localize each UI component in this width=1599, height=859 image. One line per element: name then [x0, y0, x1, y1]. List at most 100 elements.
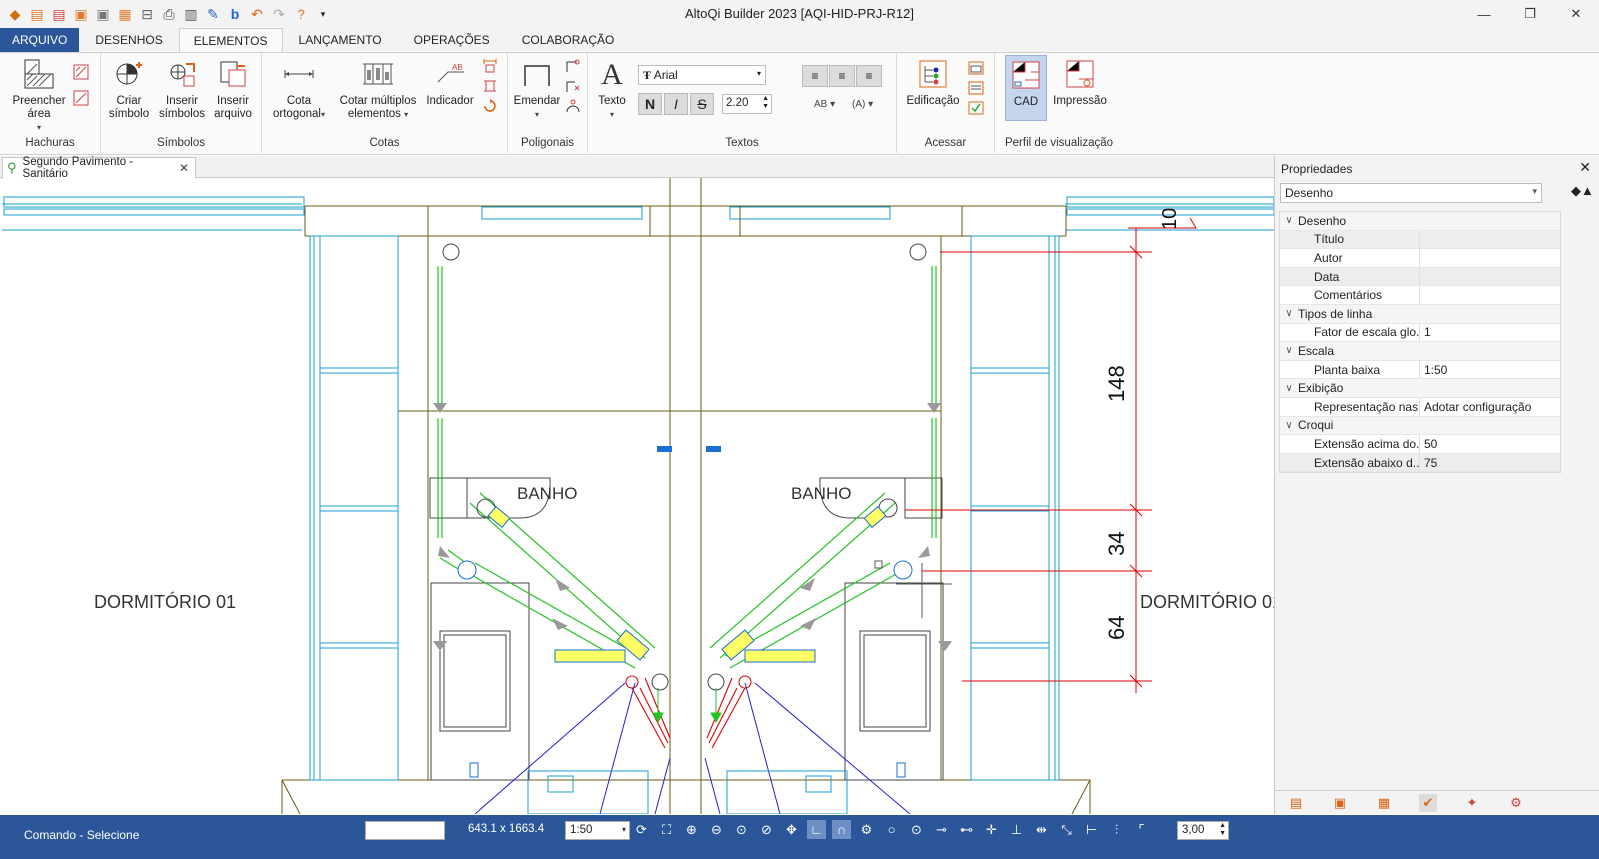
texto-button[interactable]: A Texto ▾ — [592, 57, 632, 121]
text-case-icon[interactable]: AB ▾ — [814, 99, 835, 110]
properties-tab-icon[interactable]: ✔ — [1419, 793, 1437, 812]
zoom-in-icon[interactable]: ⊕ — [682, 820, 701, 839]
app-logo-icon[interactable]: ◆ — [6, 5, 24, 23]
shapes-filter-icon[interactable]: ◆▲ — [1571, 183, 1594, 203]
zoom-window-icon[interactable]: ⊙ — [732, 820, 751, 839]
polyline-delete-icon[interactable] — [564, 77, 582, 95]
cad-button[interactable]: CAD — [1005, 55, 1047, 121]
category-escala[interactable]: ∨ Escala — [1280, 342, 1560, 361]
views-tab-icon[interactable]: ▣ — [1331, 794, 1349, 812]
property-row[interactable]: Planta baixa 1:50 — [1280, 360, 1560, 380]
snap-perpendicular-icon[interactable]: ⊥ — [1007, 820, 1026, 839]
close-panel-icon[interactable]: ✕ — [1579, 159, 1591, 176]
close-tab-icon[interactable]: ✕ — [179, 161, 189, 175]
scale-select[interactable]: 1:50 ▾ — [565, 821, 630, 840]
window-panel-icon[interactable] — [967, 59, 985, 77]
ortho-icon[interactable]: ∟ — [807, 820, 826, 839]
tab-arquivo[interactable]: ARQUIVO — [0, 28, 80, 52]
close-button[interactable]: ✕ — [1553, 0, 1599, 28]
settings-gear-icon[interactable]: ⚙ — [857, 820, 876, 839]
properties-icon[interactable]: ▦ — [116, 5, 134, 23]
undo-icon[interactable]: ↶ — [248, 5, 266, 23]
help-icon[interactable]: ? — [292, 5, 310, 23]
property-value[interactable]: 75 — [1420, 453, 1560, 472]
property-row[interactable]: Autor — [1280, 249, 1560, 268]
property-row[interactable]: Extensão acima do... 50 — [1280, 435, 1560, 454]
font-family-select[interactable]: Ŧ Arial ▾ — [638, 65, 766, 85]
emendar-button[interactable]: Emendar ▾ — [512, 57, 562, 121]
align-left-icon[interactable]: ≡ — [802, 65, 828, 87]
print-icon[interactable]: ⎙ — [160, 5, 178, 23]
restore-button[interactable]: ❐ — [1507, 0, 1553, 28]
property-value[interactable]: 1 — [1420, 324, 1560, 342]
save-all-icon[interactable]: ▣ — [94, 5, 112, 23]
layers-tab-icon[interactable]: ▤ — [1287, 794, 1305, 812]
snap-extension-icon[interactable]: ⤡ — [1057, 820, 1076, 839]
builder-b-icon[interactable]: b — [226, 5, 244, 23]
property-row[interactable]: Comentários — [1280, 286, 1560, 305]
zoom-out-icon[interactable]: ⊖ — [707, 820, 726, 839]
snap-magnet-icon[interactable]: ∩ — [832, 820, 851, 839]
property-value[interactable]: 1:50 — [1420, 361, 1560, 379]
tab-elementos[interactable]: ELEMENTOS — [178, 28, 283, 52]
property-row[interactable]: Representação nas... Adotar configuração — [1280, 397, 1560, 417]
document-tab[interactable]: ⚲ Segundo Pavimento - Sanitário ✕ — [2, 156, 196, 180]
property-row[interactable]: Fator de escala glo... 1 — [1280, 323, 1560, 343]
cota-ortogonal-button[interactable]: Cota ortogonal▾ — [268, 57, 330, 121]
property-row[interactable]: Extensão abaixo d... 75 — [1280, 453, 1560, 473]
strike-button[interactable]: S — [690, 93, 714, 115]
snap-midpoint-icon[interactable]: ⊸ — [932, 820, 951, 839]
bold-button[interactable]: N — [638, 93, 662, 115]
polyline-vertex-icon[interactable] — [564, 57, 582, 75]
redo-icon[interactable]: ↷ — [270, 5, 288, 23]
components-tab-icon[interactable]: ✦ — [1463, 794, 1481, 812]
dimension-edit-icon[interactable] — [481, 57, 499, 75]
property-value[interactable]: Adotar configuração — [1420, 398, 1560, 416]
dimension-align-icon[interactable] — [481, 77, 499, 95]
hatch-edit-icon[interactable] — [72, 89, 90, 107]
inserir-simbolos-button[interactable]: Inserir símbolos — [157, 57, 207, 121]
impressao-button[interactable]: Impressão — [1051, 57, 1109, 108]
italic-button[interactable]: I — [664, 93, 688, 115]
align-center-icon[interactable]: ≡ — [829, 65, 855, 87]
regen-icon[interactable]: ⟳ — [632, 820, 651, 839]
grid-step-icon[interactable]: ⌜ — [1132, 820, 1151, 839]
property-value[interactable]: 50 — [1420, 435, 1560, 453]
category-tipos-de-linha[interactable]: ∨ Tipos de linha — [1280, 304, 1560, 324]
tab-colaboracao[interactable]: COLABORAÇÃO — [506, 28, 631, 52]
snap-nearest-icon[interactable]: ⇹ — [1032, 820, 1051, 839]
font-size-stepper[interactable]: 2.20 ▲ ▼ — [722, 94, 772, 114]
save-icon[interactable]: ▣ — [72, 5, 90, 23]
category-croqui[interactable]: ∨ Croqui — [1280, 416, 1560, 436]
tab-lancamento[interactable]: LANÇAMENTO — [283, 28, 398, 52]
floor-plan-drawing[interactable]: DORMITÓRIO 01 BANHO BANHO DORMITÓRIO 01 … — [0, 178, 1274, 814]
stepper-arrows-icon[interactable]: ▲ ▼ — [762, 95, 769, 111]
dimension-refresh-icon[interactable] — [481, 97, 499, 115]
property-row[interactable]: Data — [1280, 267, 1560, 287]
tab-desenhos[interactable]: DESENHOS — [79, 28, 178, 52]
minimize-button[interactable]: — — [1461, 0, 1507, 28]
open-icon[interactable]: ▤ — [28, 5, 46, 23]
property-value[interactable] — [1420, 286, 1560, 304]
property-value[interactable] — [1420, 249, 1560, 267]
property-row[interactable]: Título — [1280, 230, 1560, 250]
bim-icon[interactable]: ✎ — [204, 5, 222, 23]
print-preview-icon[interactable]: ⊟ — [138, 5, 156, 23]
property-value[interactable] — [1420, 267, 1560, 286]
category-desenho[interactable]: ∨ Desenho — [1280, 212, 1560, 231]
property-value[interactable] — [1420, 230, 1560, 249]
check-panel-icon[interactable] — [967, 99, 985, 117]
snap-tangent-icon[interactable]: ⊢ — [1082, 820, 1101, 839]
qat-more-icon[interactable]: ▾ — [314, 5, 332, 23]
text-frame-icon[interactable]: (A) ▾ — [852, 99, 873, 110]
grid-step-stepper[interactable]: 3,00 ▲ ▼ — [1177, 821, 1229, 840]
zoom-extents-icon[interactable]: ⛶ — [657, 820, 676, 839]
snap-parallel-icon[interactable]: ⫶ — [1107, 820, 1126, 839]
properties-object-select[interactable]: Desenho ▾ — [1280, 183, 1542, 203]
tab-operacoes[interactable]: OPERAÇÕES — [398, 28, 506, 52]
edificacao-button[interactable]: Edificação — [905, 57, 961, 108]
structure-tab-icon[interactable]: ▦ — [1375, 794, 1393, 812]
align-right-icon[interactable]: ≡ — [856, 65, 882, 87]
layers-panel-icon[interactable] — [967, 79, 985, 97]
snap-circle-icon[interactable]: ○ — [882, 820, 901, 839]
